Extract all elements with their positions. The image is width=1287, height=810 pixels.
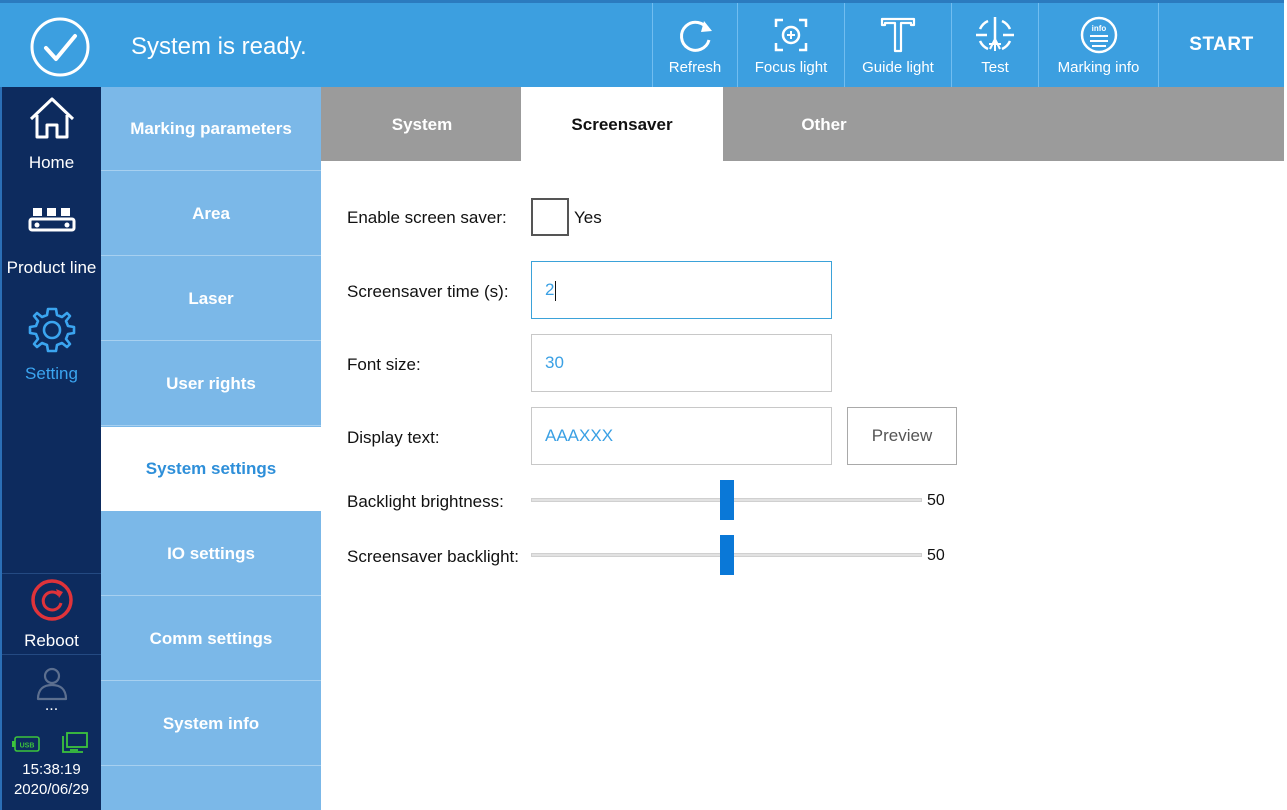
refresh-button[interactable]: Refresh [652, 3, 737, 87]
reboot-icon [30, 579, 73, 621]
font-size-input[interactable]: 30 [531, 334, 832, 392]
usb-icon-text: USB [20, 743, 35, 750]
enable-screensaver-checkbox[interactable] [531, 198, 569, 236]
focus-light-button[interactable]: Focus light [737, 3, 844, 87]
slider-thumb[interactable] [720, 535, 734, 575]
backlight-brightness-value: 50 [927, 492, 945, 509]
preview-button[interactable]: Preview [847, 407, 957, 465]
nav-item-user[interactable]: ... [2, 665, 101, 715]
tab-other[interactable]: Other [723, 87, 925, 161]
marking-info-icon-text: info [1091, 24, 1106, 33]
backlight-brightness-slider[interactable] [531, 480, 922, 520]
product-line-icon [28, 208, 75, 232]
marking-info-label: Marking info [1057, 59, 1140, 76]
status-text: System is ready. [131, 33, 307, 60]
subnav-item-comm-settings[interactable]: Comm settings [101, 597, 321, 681]
enable-screensaver-label: Enable screen saver: [347, 208, 507, 227]
subnav-item-user-rights[interactable]: User rights [101, 342, 321, 426]
check-circle-icon [30, 17, 90, 77]
nav-divider [2, 654, 101, 655]
nav-label-home: Home [28, 153, 75, 172]
tab-bar: System Screensaver Other [321, 87, 1284, 161]
subnav-item-area[interactable]: Area [101, 172, 321, 256]
clock-date: 2020/06/29 [13, 781, 90, 798]
marking-info-button[interactable]: info Marking info [1038, 3, 1158, 87]
test-icon [976, 17, 1014, 51]
screensaver-time-input[interactable]: 2 [531, 261, 832, 319]
marking-info-icon: info [1080, 16, 1117, 54]
slider-thumb[interactable] [720, 480, 734, 520]
subnav-item-system-info[interactable]: System info [101, 682, 321, 766]
subnav-item-system-settings[interactable]: System settings [101, 427, 321, 511]
status-icons: USB [2, 729, 101, 759]
clock-time: 15:38:19 [22, 761, 81, 778]
screensaver-time-value: 2 [545, 280, 555, 299]
guide-light-label: Guide light [862, 59, 934, 76]
subnav-item-marking-parameters[interactable]: Marking parameters [101, 87, 321, 171]
nav-item-setting[interactable]: Setting [2, 306, 101, 384]
nav-item-home[interactable]: Home [2, 95, 101, 173]
guide-light-icon [880, 17, 916, 53]
backlight-brightness-label: Backlight brightness: [347, 492, 504, 511]
screensaver-backlight-value: 50 [927, 547, 945, 564]
subnav-item-io-settings[interactable]: IO settings [101, 512, 321, 596]
nav-label-reboot: Reboot [24, 631, 79, 650]
guide-light-button[interactable]: Guide light [844, 3, 951, 87]
home-icon [29, 97, 74, 139]
screensaver-backlight-slider[interactable] [531, 535, 922, 575]
text-cursor [555, 280, 557, 301]
test-label: Test [981, 59, 1009, 76]
usb-icon: USB [12, 736, 40, 752]
left-nav: Home Product line Setting Reboot ... USB… [0, 87, 101, 810]
screensaver-time-label: Screensaver time (s): [347, 282, 509, 301]
focus-light-icon [774, 18, 808, 52]
test-button[interactable]: Test [951, 3, 1038, 87]
refresh-icon [680, 20, 712, 52]
refresh-label: Refresh [668, 59, 722, 76]
subnav-item-laser[interactable]: Laser [101, 257, 321, 341]
nav-item-product-line[interactable]: Product line [2, 204, 101, 278]
tab-screensaver[interactable]: Screensaver [521, 87, 723, 161]
nav-label-setting: Setting [25, 364, 78, 383]
nav-label-user: ... [44, 697, 59, 714]
focus-light-label: Focus light [754, 59, 828, 76]
network-icon [62, 732, 88, 753]
screensaver-panel: Enable screen saver: Yes Screensaver tim… [321, 161, 1284, 810]
sub-nav: Marking parameters Area Laser User right… [101, 87, 321, 810]
start-button[interactable]: START [1158, 3, 1284, 87]
top-bar: System is ready. Refresh Focus light Gui… [0, 0, 1284, 87]
clock: 15:38:19 2020/06/29 [2, 760, 101, 800]
user-icon [36, 667, 67, 701]
enable-screensaver-option[interactable]: Yes [574, 208, 602, 228]
display-text-input[interactable]: AAAXXX [531, 407, 832, 465]
screensaver-backlight-label: Screensaver backlight: [347, 547, 519, 566]
font-size-label: Font size: [347, 355, 421, 374]
nav-item-reboot[interactable]: Reboot [2, 578, 101, 651]
nav-label-product-line: Product line [6, 258, 97, 277]
gear-icon [28, 307, 75, 353]
nav-divider [2, 573, 101, 574]
display-text-label: Display text: [347, 428, 440, 447]
tab-system[interactable]: System [321, 87, 523, 161]
